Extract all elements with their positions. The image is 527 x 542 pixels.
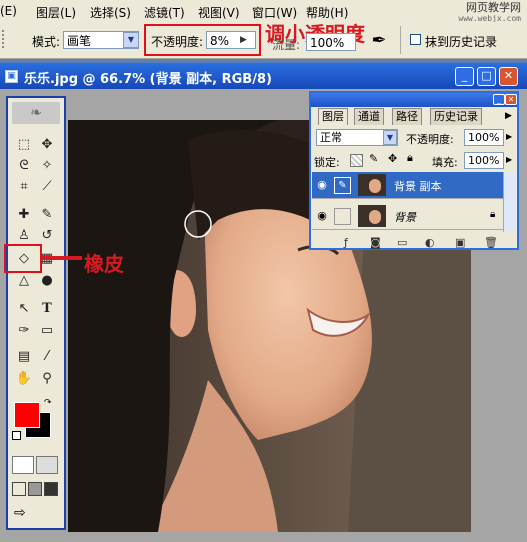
layer-set-icon[interactable]: ▭ — [397, 236, 407, 249]
mode-label: 模式: — [32, 35, 61, 49]
layer-opacity-label: 不透明度: — [406, 133, 454, 146]
flow-value: 100% — [310, 36, 345, 50]
quickmask-mode-icon[interactable] — [36, 456, 58, 474]
feather-logo-icon: ❧ — [12, 102, 60, 124]
layer-thumbnail — [358, 205, 386, 227]
eraser-highlight-box — [4, 244, 42, 273]
eyedropper-icon[interactable]: ⁄ — [37, 348, 57, 366]
hand-icon[interactable]: ✋ — [14, 370, 34, 388]
swap-colors-icon[interactable]: ↷ — [44, 398, 52, 408]
fill-label: 填充: — [432, 156, 458, 169]
menu-layer[interactable]: 图层(L) — [36, 4, 76, 21]
screen-mode-3-icon[interactable] — [44, 482, 58, 496]
eraser-arrow — [42, 256, 82, 260]
lock-all-icon[interactable]: 🔒︎ — [407, 151, 413, 165]
blur-icon[interactable]: △ — [14, 272, 34, 290]
layer-mask-icon[interactable]: ◙ — [370, 236, 381, 249]
clone-stamp-icon[interactable]: ♙ — [14, 227, 34, 245]
brush-icon[interactable]: ✎ — [37, 206, 57, 224]
fill-arrow-icon[interactable]: ▶ — [506, 155, 512, 164]
eraser-annotation: 橡皮 — [84, 252, 124, 276]
layer-style-icon[interactable]: ƒ — [344, 236, 348, 249]
menu-bar: (E) 图层(L) 选择(S) 滤镜(T) 视图(V) 窗口(W) 帮助(H) … — [0, 0, 527, 23]
marquee-icon[interactable]: ⬚ — [14, 136, 34, 154]
move-icon[interactable]: ✥ — [37, 136, 57, 154]
jump-to-imageready-icon[interactable]: ⇨ — [14, 505, 26, 521]
slice-icon[interactable]: ⟋ — [37, 178, 57, 196]
panel-menu-arrow-icon[interactable]: ▶ — [505, 111, 512, 121]
lock-position-icon[interactable]: ✥ — [388, 152, 397, 165]
options-grip — [2, 30, 10, 48]
notes-icon[interactable]: ▤ — [14, 348, 34, 366]
default-colors-icon[interactable] — [12, 431, 21, 440]
new-layer-icon[interactable]: ▣ — [455, 236, 465, 249]
chevron-down-icon[interactable]: ▼ — [383, 130, 397, 145]
standard-mode-icon[interactable] — [12, 456, 34, 474]
menu-select[interactable]: 选择(S) — [90, 4, 131, 21]
minimize-button[interactable]: _ — [455, 67, 474, 86]
layer-name: 背景 — [394, 211, 416, 224]
healing-brush-icon[interactable]: ✚ — [14, 206, 34, 224]
watermark: 网页教学网 www.webjx.com — [458, 2, 521, 24]
tab-layers[interactable]: 图层 — [318, 108, 348, 125]
document-icon: ▣ — [5, 70, 18, 83]
history-brush-icon[interactable]: ↺ — [37, 227, 57, 245]
shape-icon[interactable]: ▭ — [37, 322, 57, 340]
layers-scrollbar[interactable] — [503, 172, 516, 232]
layer-name: 背景 副本 — [394, 180, 442, 193]
lock-pixels-icon[interactable]: ✎ — [369, 152, 378, 165]
opacity-arrow-icon[interactable]: ▶ — [506, 132, 512, 141]
lock-transparency-icon[interactable] — [350, 154, 363, 167]
adjustment-layer-icon[interactable]: ◐ — [425, 236, 435, 249]
pen-icon[interactable]: ✑ — [14, 322, 34, 340]
maximize-button[interactable]: □ — [477, 67, 496, 86]
document-title: 乐乐.jpg @ 66.7% (背景 副本, RGB/8) — [24, 72, 272, 87]
lasso-icon[interactable]: ᘓ — [14, 157, 34, 175]
tab-channels[interactable]: 通道 — [354, 108, 384, 125]
menu-edit-partial[interactable]: (E) — [0, 4, 17, 18]
divider — [400, 26, 401, 54]
erase-history-checkbox[interactable] — [410, 34, 421, 45]
tab-paths[interactable]: 路径 — [392, 108, 422, 125]
erase-history-label: 抹到历史记录 — [425, 35, 498, 49]
close-button[interactable]: ✕ — [499, 67, 518, 86]
blend-mode-value: 正常 — [320, 131, 342, 144]
eye-icon[interactable]: ◉ — [314, 178, 330, 191]
type-icon[interactable]: T — [37, 300, 57, 318]
chevron-down-icon[interactable]: ▼ — [123, 32, 139, 48]
magic-wand-icon[interactable]: ✧ — [37, 157, 57, 175]
panel-close-button[interactable]: ✕ — [505, 94, 517, 105]
layer-opacity-value: 100% — [468, 131, 500, 144]
layer-row-bg-copy[interactable]: ◉ ✎ 背景 副本 — [312, 172, 503, 199]
layer-thumbnail — [358, 174, 386, 196]
layer-link-slot[interactable] — [334, 208, 351, 225]
menu-filter[interactable]: 滤镜(T) — [144, 4, 185, 21]
layer-row-background[interactable]: ◉ 背景 🔒︎ — [312, 203, 503, 230]
screen-mode-2-icon[interactable] — [28, 482, 42, 496]
layer-opacity-input[interactable]: 100% — [464, 129, 504, 146]
tab-history[interactable]: 历史记录 — [430, 108, 482, 125]
delete-layer-icon[interactable]: 🗑︎ — [484, 236, 498, 249]
menu-view[interactable]: 视图(V) — [198, 4, 240, 21]
crop-icon[interactable]: ⌗ — [14, 178, 34, 196]
fill-input[interactable]: 100% — [464, 152, 504, 169]
layers-titlebar — [311, 93, 517, 107]
airbrush-icon[interactable]: ✒ — [368, 30, 390, 52]
lock-label: 锁定: — [314, 156, 340, 169]
panel-minimize-button[interactable]: _ — [493, 94, 505, 105]
fill-value: 100% — [468, 154, 500, 167]
foreground-color-swatch[interactable] — [14, 402, 40, 428]
mode-value: 画笔 — [67, 34, 92, 48]
screen-mode-1-icon[interactable] — [12, 482, 26, 496]
opacity-highlight-box — [144, 24, 261, 56]
zoom-icon[interactable]: ⚲ — [37, 370, 57, 388]
dodge-icon[interactable]: ● — [37, 272, 57, 290]
lock-icon: 🔒︎ — [490, 209, 496, 220]
watermark-title: 网页教学网 — [466, 1, 521, 14]
flow-input[interactable]: 100% — [306, 33, 356, 51]
brush-link-icon[interactable]: ✎ — [334, 177, 351, 194]
path-select-icon[interactable]: ↖ — [14, 300, 34, 318]
eye-icon[interactable]: ◉ — [314, 209, 330, 222]
flow-label: 流量: — [272, 38, 301, 52]
